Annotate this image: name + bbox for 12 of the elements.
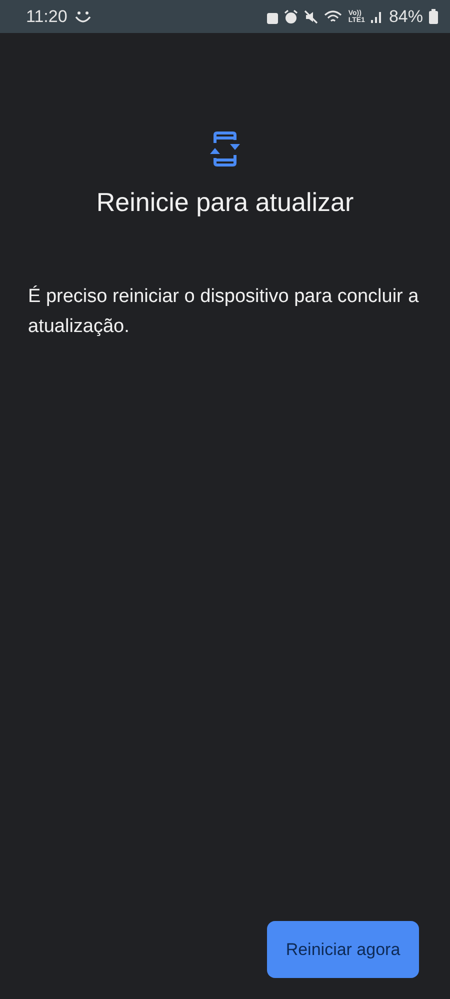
wifi-icon (324, 10, 342, 24)
message-text: É preciso reiniciar o dispositivo para concluir a atualização. (28, 284, 420, 339)
mute-icon (304, 10, 318, 24)
phone-update-icon (209, 131, 241, 167)
signal-icon (370, 10, 383, 23)
battery-icon (429, 9, 438, 24)
alarm-icon (284, 10, 298, 24)
screen-title: Reinicie para atualizar (96, 187, 354, 218)
smiley-icon (73, 8, 94, 24)
clock-time: 11:20 (26, 6, 68, 26)
restart-button[interactable]: Reiniciar agora (267, 921, 419, 978)
battery-percent: 84% (388, 6, 423, 26)
